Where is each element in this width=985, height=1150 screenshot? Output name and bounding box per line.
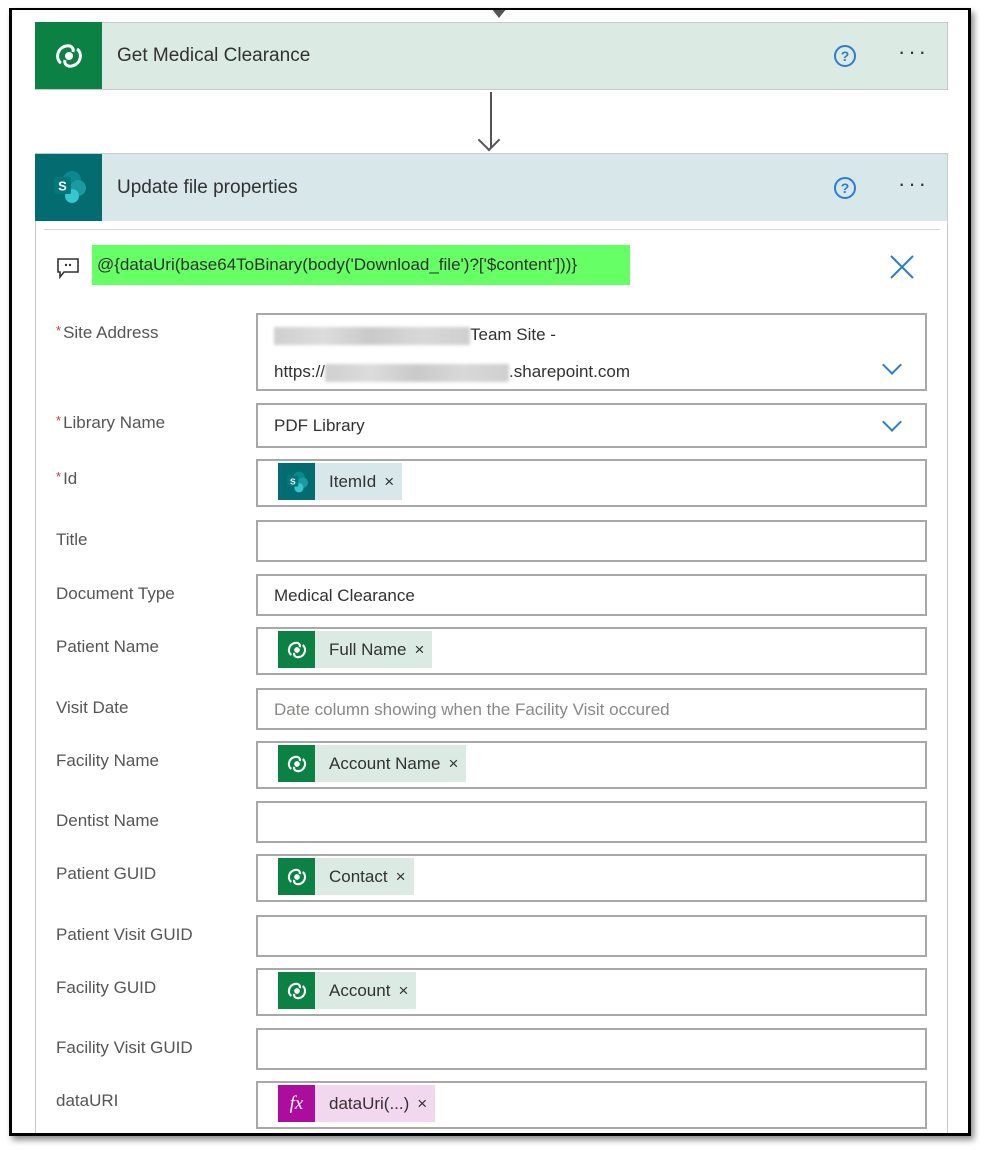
action-title: Update file properties (117, 176, 298, 198)
token-text: Full Name (329, 640, 407, 659)
field-label: Facility GUID (56, 978, 157, 997)
comment-icon[interactable] (56, 257, 80, 284)
redacted-text (325, 363, 510, 382)
action-card-update-file-properties[interactable]: S Update file properties ? ··· (35, 153, 948, 221)
library-name-value: PDF Library (274, 416, 365, 435)
site-address-suffix: Team Site - (470, 325, 556, 344)
dynamic-content-token[interactable]: Account Name × (278, 745, 467, 782)
divider (44, 229, 940, 230)
help-icon[interactable]: ? (834, 45, 857, 67)
required-marker: * (56, 413, 62, 428)
library-name-dropdown[interactable]: PDF Library (256, 403, 927, 448)
help-icon[interactable]: ? (834, 176, 857, 199)
token-text: ItemId (329, 472, 377, 491)
required-marker: * (56, 469, 62, 484)
chevron-down-icon[interactable] (882, 412, 902, 432)
remove-token-icon[interactable]: × (417, 1085, 427, 1122)
remove-token-icon[interactable]: × (449, 745, 459, 782)
action-card-get-medical-clearance[interactable]: Get Medical Clearance ? ··· (35, 22, 948, 90)
site-address-dropdown[interactable]: Team Site - https:// .sharepoint.com (256, 313, 927, 391)
patient-guid-input[interactable]: Contact × (256, 854, 927, 902)
token-label: Account Name × (315, 745, 467, 782)
patient-visit-guid-input[interactable] (256, 915, 927, 957)
dataverse-icon (278, 631, 315, 668)
token-text: Account (329, 981, 391, 1000)
document-type-value: Medical Clearance (274, 586, 415, 605)
action-card-body: @{dataUri(base64ToBinary(body('Download_… (35, 221, 948, 1133)
expression-token[interactable]: fx dataUri(...) × (278, 1085, 436, 1122)
field-label: Visit Date (56, 698, 129, 717)
remove-token-icon[interactable]: × (414, 631, 424, 668)
close-icon[interactable] (888, 253, 916, 281)
comment-expression[interactable]: @{dataUri(base64ToBinary(body('Download_… (92, 245, 630, 285)
sharepoint-icon: S (35, 153, 102, 221)
remove-token-icon[interactable]: × (384, 463, 394, 500)
label-text: Site Address (63, 323, 159, 342)
dataverse-icon (35, 22, 102, 89)
svg-text:S: S (289, 476, 295, 486)
document-type-input[interactable]: Medical Clearance (256, 574, 927, 616)
site-address-line2: https:// .sharepoint.com (274, 362, 630, 382)
dynamic-content-token[interactable]: Account × (278, 972, 417, 1009)
visit-date-placeholder: Date column showing when the Facility Vi… (274, 700, 670, 719)
token-label: dataUri(...) × (315, 1085, 436, 1122)
field-label: Patient Name (56, 637, 159, 656)
url-prefix: https:// (274, 362, 326, 381)
dentist-name-input[interactable] (256, 801, 927, 843)
incoming-connector-arrow (491, 10, 507, 18)
facility-visit-guid-input[interactable] (256, 1028, 927, 1070)
expression-fx-icon: fx (278, 1085, 315, 1122)
field-label: Dentist Name (56, 811, 159, 830)
facility-guid-input[interactable]: Account × (256, 968, 927, 1016)
connector-arrow-head (477, 128, 501, 152)
id-input[interactable]: S ItemId × (256, 459, 927, 507)
field-label: Patient GUID (56, 864, 157, 883)
field-label: * Library Name (56, 413, 165, 433)
token-label: ItemId × (315, 463, 403, 500)
field-label: dataURI (56, 1091, 119, 1110)
field-label: * Site Address (56, 323, 159, 343)
token-label: Account × (315, 972, 417, 1009)
token-text: Contact (329, 867, 388, 886)
field-label: Facility Visit GUID (56, 1038, 193, 1057)
title-input[interactable] (256, 520, 927, 562)
field-label: Facility Name (56, 751, 159, 770)
flow-canvas: Get Medical Clearance ? ··· S Update fil… (9, 8, 971, 1136)
token-text: dataUri(...) (329, 1094, 410, 1113)
visit-date-input[interactable]: Date column showing when the Facility Vi… (256, 688, 927, 730)
comment-row: @{dataUri(base64ToBinary(body('Download_… (36, 243, 947, 287)
token-text: Account Name (329, 754, 441, 773)
dynamic-content-token[interactable]: S ItemId × (278, 463, 403, 500)
chevron-down-icon[interactable] (882, 355, 902, 375)
label-text: Id (63, 469, 78, 488)
sharepoint-icon: S (278, 463, 315, 500)
token-label: Full Name × (315, 631, 433, 668)
dataverse-icon (278, 858, 315, 895)
patient-name-input[interactable]: Full Name × (256, 627, 927, 675)
url-suffix: .sharepoint.com (509, 362, 630, 381)
more-options-icon[interactable]: ··· (898, 41, 929, 65)
dynamic-content-token[interactable]: Full Name × (278, 631, 433, 668)
label-text: Library Name (63, 413, 166, 432)
field-label: Document Type (56, 584, 175, 603)
dynamic-content-token[interactable]: Contact × (278, 858, 414, 895)
dataverse-icon (278, 972, 315, 1009)
svg-text:S: S (58, 179, 67, 194)
required-marker: * (56, 323, 62, 338)
action-title: Get Medical Clearance (117, 45, 311, 66)
token-label: Contact × (315, 858, 414, 895)
field-label: Patient Visit GUID (56, 925, 193, 944)
redacted-text (274, 326, 470, 345)
data-uri-input[interactable]: fx dataUri(...) × (256, 1081, 927, 1129)
dataverse-icon (278, 745, 315, 782)
site-address-line1: Team Site - (274, 325, 556, 345)
field-label: Title (56, 530, 88, 549)
facility-name-input[interactable]: Account Name × (256, 741, 927, 789)
field-label: * Id (56, 469, 77, 489)
remove-token-icon[interactable]: × (398, 972, 408, 1009)
more-options-icon[interactable]: ··· (898, 172, 929, 197)
remove-token-icon[interactable]: × (396, 858, 406, 895)
